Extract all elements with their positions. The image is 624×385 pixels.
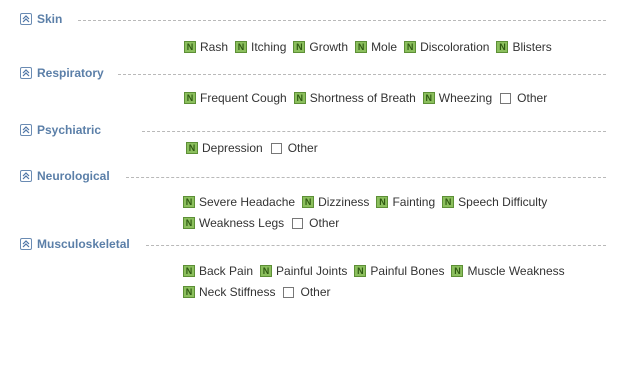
divider: [118, 74, 606, 75]
n-toggle-icon[interactable]: N: [183, 217, 195, 229]
section-title[interactable]: Skin: [37, 12, 62, 26]
n-toggle-icon[interactable]: N: [293, 92, 306, 104]
collapse-up-icon[interactable]: [20, 170, 32, 182]
option-shortness-of-breath[interactable]: N Shortness of Breath: [293, 91, 416, 105]
section-header-musculoskeletal[interactable]: Musculoskeletal: [20, 237, 130, 251]
option-speech-difficulty[interactable]: N Speech Difficulty: [442, 195, 547, 209]
option-row: N Depression Other: [186, 141, 325, 155]
option-discoloration[interactable]: N Discoloration: [404, 40, 489, 54]
section-title[interactable]: Neurological: [37, 169, 110, 183]
option-fainting[interactable]: N Fainting: [376, 195, 435, 209]
option-muscle-weakness[interactable]: N Muscle Weakness: [451, 264, 565, 278]
option-row: N Frequent Cough N Shortness of Breath N Wh…: [184, 91, 554, 105]
n-toggle-icon[interactable]: N: [184, 41, 196, 53]
option-label: Growth: [309, 40, 349, 54]
section-title[interactable]: Psychiatric: [37, 123, 101, 137]
section-header-neurological[interactable]: Neurological: [20, 169, 110, 183]
section-title[interactable]: Respiratory: [37, 66, 104, 80]
option-severe-headache[interactable]: N Severe Headache: [183, 195, 295, 209]
option-itching[interactable]: N Itching: [235, 40, 286, 54]
option-label: Neck Stiffness: [199, 285, 276, 299]
option-label: Frequent Cough: [200, 91, 287, 105]
option-neck-stiffness[interactable]: N Neck Stiffness: [183, 285, 275, 299]
option-label: Severe Headache: [199, 195, 296, 209]
section-header-psychiatric[interactable]: Psychiatric: [20, 123, 101, 137]
option-label: Back Pain: [199, 264, 254, 278]
option-painful-bones[interactable]: N Painful Bones: [354, 264, 444, 278]
option-dizziness[interactable]: N Dizziness: [302, 195, 369, 209]
n-toggle-icon[interactable]: N: [186, 142, 198, 154]
option-blisters[interactable]: N Blisters: [496, 40, 552, 54]
option-label: Painful Joints: [276, 264, 348, 278]
n-toggle-icon[interactable]: N: [496, 41, 509, 53]
n-toggle-icon[interactable]: N: [442, 196, 455, 208]
n-toggle-icon[interactable]: N: [293, 41, 306, 53]
option-label: Muscle Weakness: [467, 264, 565, 278]
divider: [78, 20, 606, 21]
other-checkbox[interactable]: [500, 92, 512, 104]
other-checkbox[interactable]: [270, 142, 282, 154]
option-rash[interactable]: N Rash: [184, 40, 228, 54]
option-label: Itching: [251, 40, 287, 54]
divider: [146, 245, 606, 246]
option-weakness-legs[interactable]: N Weakness Legs: [183, 216, 284, 230]
option-label: Depression: [202, 141, 263, 155]
n-toggle-icon[interactable]: N: [404, 41, 417, 53]
option-label: Wheezing: [438, 91, 493, 105]
option-label: Fainting: [392, 195, 436, 209]
other-label: Other: [287, 141, 318, 155]
collapse-up-icon[interactable]: [20, 238, 32, 250]
other-checkbox[interactable]: [283, 286, 295, 298]
option-label: Shortness of Breath: [309, 91, 416, 105]
option-wheezing[interactable]: N Wheezing: [422, 91, 493, 105]
option-label: Blisters: [512, 40, 552, 54]
option-label: Weakness Legs: [199, 216, 285, 230]
option-other[interactable]: Other: [499, 91, 547, 105]
divider: [142, 131, 606, 132]
n-toggle-icon[interactable]: N: [302, 196, 315, 208]
n-toggle-icon[interactable]: N: [184, 92, 196, 104]
option-label: Discoloration: [420, 40, 490, 54]
n-toggle-icon[interactable]: N: [355, 41, 368, 53]
option-row: N Weakness Legs Other: [183, 216, 346, 230]
divider: [126, 177, 606, 178]
section-title[interactable]: Musculoskeletal: [37, 237, 130, 251]
other-label: Other: [517, 91, 548, 105]
option-row: N Rash N Itching N Growth N Mole N Discolorat…: [184, 40, 559, 54]
option-mole[interactable]: N Mole: [355, 40, 397, 54]
section-header-skin[interactable]: Skin: [20, 12, 62, 26]
n-toggle-icon[interactable]: N: [183, 196, 195, 208]
section-header-respiratory[interactable]: Respiratory: [20, 66, 104, 80]
n-toggle-icon[interactable]: N: [354, 265, 367, 277]
option-label: Speech Difficulty: [458, 195, 548, 209]
n-toggle-icon[interactable]: N: [235, 41, 248, 53]
other-checkbox[interactable]: [292, 217, 304, 229]
option-other[interactable]: Other: [282, 285, 331, 299]
option-row: N Back Pain N Painful Joints N Painful Bone…: [183, 264, 572, 278]
option-row: N Neck Stiffness Other: [183, 285, 338, 299]
collapse-up-icon[interactable]: [20, 124, 32, 136]
n-toggle-icon[interactable]: N: [183, 265, 195, 277]
option-depression[interactable]: N Depression: [186, 141, 263, 155]
option-label: Dizziness: [318, 195, 370, 209]
option-label: Rash: [200, 40, 229, 54]
option-row: N Severe Headache N Dizziness N Fainting NS…: [183, 195, 554, 209]
n-toggle-icon[interactable]: N: [451, 265, 464, 277]
n-toggle-icon[interactable]: N: [260, 265, 273, 277]
option-back-pain[interactable]: N Back Pain: [183, 264, 253, 278]
collapse-up-icon[interactable]: [20, 13, 32, 25]
n-toggle-icon[interactable]: N: [422, 92, 435, 104]
collapse-up-icon[interactable]: [20, 67, 32, 79]
option-growth[interactable]: N Growth: [293, 40, 348, 54]
other-label: Other: [309, 216, 340, 230]
other-label: Other: [300, 285, 331, 299]
option-frequent-cough[interactable]: N Frequent Cough: [184, 91, 287, 105]
n-toggle-icon[interactable]: N: [183, 286, 195, 298]
option-label: Painful Bones: [370, 264, 445, 278]
option-other[interactable]: Other: [270, 141, 318, 155]
n-toggle-icon[interactable]: N: [376, 196, 389, 208]
option-label: Mole: [371, 40, 398, 54]
option-painful-joints[interactable]: N Painful Joints: [260, 264, 347, 278]
option-other[interactable]: Other: [291, 216, 339, 230]
